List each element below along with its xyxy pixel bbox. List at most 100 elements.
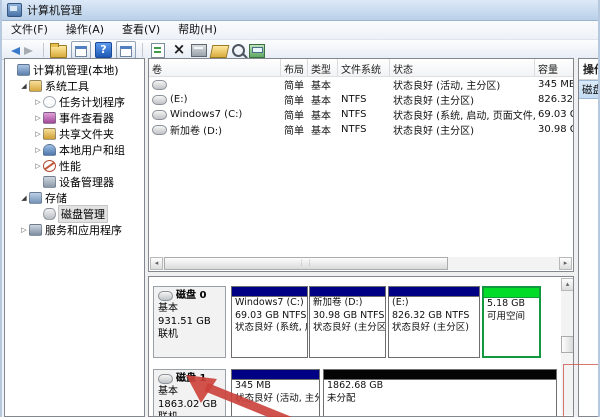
tree-item-event-viewer[interactable]: ▷ 事件查看器 bbox=[5, 110, 144, 126]
export-icon[interactable] bbox=[50, 42, 67, 58]
system-tools-icon bbox=[29, 80, 42, 92]
scrollbar-thumb[interactable] bbox=[561, 336, 573, 353]
volume-row[interactable]: (E:) 简单 基本 NTFS 状态良好 (主分区) 826.32 GB bbox=[149, 92, 573, 107]
disk-icon bbox=[158, 290, 173, 301]
tree-item-shared-folders[interactable]: ▷ 共享文件夹 bbox=[5, 126, 144, 142]
column-header-status[interactable]: 状态 bbox=[390, 59, 535, 76]
expand-icon[interactable]: ▷ bbox=[33, 162, 43, 170]
volume-row[interactable]: Windows7 (C:) 简单 基本 NTFS 状态良好 (系统, 启动, 页… bbox=[149, 107, 573, 122]
expand-icon[interactable]: ▷ bbox=[33, 130, 43, 138]
menu-help[interactable]: 帮助(H) bbox=[169, 21, 226, 39]
back-icon[interactable] bbox=[7, 47, 20, 55]
collapse-icon[interactable]: ◢ bbox=[19, 82, 29, 90]
disk-management-icon bbox=[43, 208, 56, 220]
search-icon[interactable] bbox=[232, 44, 245, 57]
menu-file[interactable]: 文件(F) bbox=[2, 21, 57, 39]
event-viewer-icon bbox=[43, 112, 56, 124]
shared-folders-icon bbox=[43, 128, 56, 140]
open-folder-icon[interactable] bbox=[209, 44, 230, 58]
horizontal-scrollbar[interactable]: ◂ ▸ bbox=[150, 257, 572, 270]
delete-icon[interactable] bbox=[171, 42, 187, 57]
volume-list-header: 卷 布局 类型 文件系统 状态 容量 bbox=[149, 59, 573, 77]
app-icon bbox=[7, 3, 22, 17]
tree-item-device-manager[interactable]: 设备管理器 bbox=[5, 174, 144, 190]
partition-unallocated[interactable]: 1862.68 GB 未分配 bbox=[323, 369, 557, 416]
console-tree: 计算机管理(本地) ◢ 系统工具 ▷ 任务计划程序 ▷ 事件查看器 ▷ 共享文件… bbox=[4, 58, 145, 417]
column-header-layout[interactable]: 布局 bbox=[281, 59, 308, 76]
menu-action[interactable]: 操作(A) bbox=[57, 21, 113, 39]
partition-color-bar bbox=[389, 287, 479, 297]
toolbar-separator bbox=[142, 42, 143, 57]
volume-icon bbox=[152, 124, 167, 135]
main-area: 计算机管理(本地) ◢ 系统工具 ▷ 任务计划程序 ▷ 事件查看器 ▷ 共享文件… bbox=[4, 58, 598, 417]
toolbar-separator bbox=[43, 42, 44, 57]
actions-panel: 操作 磁盘管理 bbox=[578, 58, 598, 417]
column-header-filesystem[interactable]: 文件系统 bbox=[338, 59, 390, 76]
device-manager-icon bbox=[43, 176, 56, 188]
local-users-icon bbox=[43, 144, 56, 156]
collapse-icon[interactable]: ◢ bbox=[19, 194, 29, 202]
performance-icon bbox=[43, 160, 56, 172]
tree-item-computer-management[interactable]: 计算机管理(本地) bbox=[5, 62, 144, 78]
partition-color-bar bbox=[310, 287, 385, 297]
expand-icon[interactable]: ▷ bbox=[33, 114, 43, 122]
disk0-label[interactable]: 磁盘 0 基本 931.51 GB 联机 bbox=[153, 286, 226, 358]
properties-icon[interactable] bbox=[191, 44, 207, 57]
partition-new-volume-d[interactable]: 新加卷 (D:) 30.98 GB NTFS 状态良好 (主分区) bbox=[309, 286, 386, 358]
forward-icon[interactable] bbox=[24, 47, 37, 55]
scroll-right-icon[interactable]: ▸ bbox=[559, 257, 572, 270]
volume-icon bbox=[152, 109, 167, 120]
volume-row[interactable]: 新加卷 (D:) 简单 基本 NTFS 状态良好 (主分区) 30.98 GB bbox=[149, 122, 573, 137]
expand-icon[interactable]: ▷ bbox=[33, 98, 43, 106]
task-scheduler-icon bbox=[43, 96, 56, 108]
disk-management-view: 卷 布局 类型 文件系统 状态 容量 简单 基本 状态良好 (活动, 主分区) … bbox=[148, 58, 575, 417]
tree-item-local-users-groups[interactable]: ▷ 本地用户和组 bbox=[5, 142, 144, 158]
vertical-scrollbar[interactable]: ▴ bbox=[561, 278, 573, 415]
tree-item-system-tools[interactable]: ◢ 系统工具 bbox=[5, 78, 144, 94]
volume-icon bbox=[152, 79, 167, 90]
tree-item-disk-management[interactable]: 磁盘管理 bbox=[5, 205, 144, 223]
column-header-type[interactable]: 类型 bbox=[308, 59, 338, 76]
computer-icon bbox=[17, 64, 30, 76]
show-console-icon[interactable] bbox=[116, 40, 136, 59]
free-space-color-bar bbox=[484, 288, 539, 298]
scrollbar-thumb[interactable] bbox=[164, 257, 448, 270]
partition-color-bar bbox=[232, 287, 307, 297]
menu-bar: 文件(F) 操作(A) 查看(V) 帮助(H) bbox=[2, 21, 598, 40]
partition-e[interactable]: (E:) 826.32 GB NTFS 状态良好 (主分区) bbox=[388, 286, 480, 358]
menu-view[interactable]: 查看(V) bbox=[113, 21, 169, 39]
services-icon bbox=[29, 224, 42, 236]
manage-icon[interactable] bbox=[249, 43, 265, 58]
window-title: 计算机管理 bbox=[27, 4, 82, 17]
partition-free-space[interactable]: 5.18 GB 可用空间 bbox=[482, 286, 541, 358]
column-header-capacity[interactable]: 容量 bbox=[535, 59, 573, 76]
scroll-left-icon[interactable]: ◂ bbox=[150, 257, 163, 270]
tree-item-performance[interactable]: ▷ 性能 bbox=[5, 158, 144, 174]
expand-icon[interactable]: ▷ bbox=[33, 146, 43, 154]
column-header-volume[interactable]: 卷 bbox=[149, 59, 281, 76]
actions-title: 操作 bbox=[579, 59, 598, 80]
partition-color-bar bbox=[232, 370, 319, 380]
tree-item-storage[interactable]: ◢ 存储 bbox=[5, 190, 144, 206]
disk-graph-pane: 磁盘 0 基本 931.51 GB 联机 Windows7 (C:) 69.03… bbox=[148, 276, 574, 417]
tree-item-task-scheduler[interactable]: ▷ 任务计划程序 bbox=[5, 94, 144, 110]
console-window-icon[interactable] bbox=[71, 40, 91, 59]
tree-item-services-applications[interactable]: ▷ 服务和应用程序 bbox=[5, 222, 144, 238]
disk-icon bbox=[158, 373, 173, 384]
expand-icon[interactable]: ▷ bbox=[19, 226, 29, 234]
help-icon[interactable] bbox=[95, 42, 112, 58]
title-bar: 计算机管理 bbox=[2, 0, 598, 21]
computer-management-window: 计算机管理 文件(F) 操作(A) 查看(V) 帮助(H) ? × 计算机管理(… bbox=[0, 0, 600, 417]
toolbar bbox=[2, 40, 598, 60]
volume-list-pane: 卷 布局 类型 文件系统 状态 容量 简单 基本 状态良好 (活动, 主分区) … bbox=[148, 58, 574, 272]
refresh-icon[interactable] bbox=[151, 42, 165, 58]
partition-system-reserved[interactable]: 345 MB 状态良好 (活动, 主分区) bbox=[231, 369, 320, 416]
volume-icon bbox=[152, 94, 167, 105]
unallocated-color-bar bbox=[324, 370, 556, 380]
scroll-up-icon[interactable]: ▴ bbox=[561, 278, 573, 291]
storage-icon bbox=[29, 192, 42, 204]
partition-windows7-c[interactable]: Windows7 (C:) 69.03 GB NTFS 状态良好 (系统, 启动… bbox=[231, 286, 308, 358]
disk1-label[interactable]: 磁盘 1 基本 1863.02 GB 联机 bbox=[153, 369, 226, 416]
actions-item-disk-management[interactable]: 磁盘管理 bbox=[579, 80, 598, 99]
volume-row[interactable]: 简单 基本 状态良好 (活动, 主分区) 345 MB bbox=[149, 77, 573, 92]
